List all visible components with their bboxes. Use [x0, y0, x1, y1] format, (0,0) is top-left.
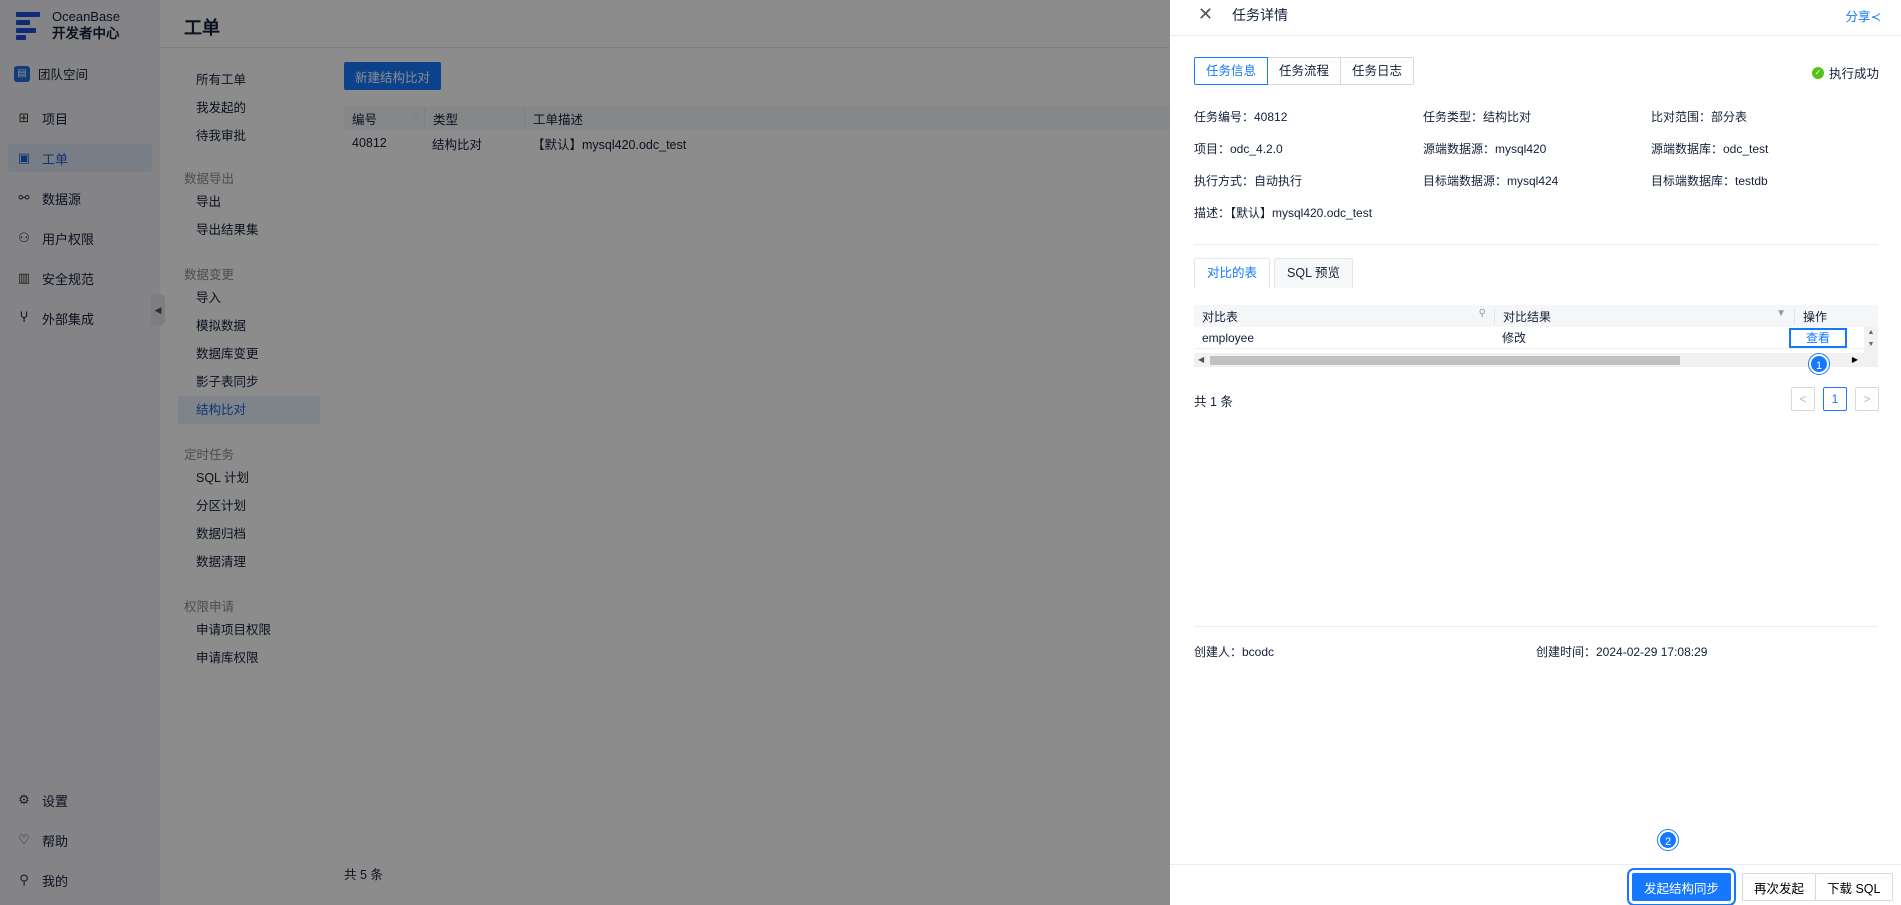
info-task-type: 任务类型：结构比对 — [1423, 110, 1532, 124]
compare-total: 共 1 条 — [1194, 395, 1233, 409]
col-result-header: 对比结果 ▼ — [1494, 307, 1794, 325]
created-at: 创建时间：2024-02-29 17:08:29 — [1536, 645, 1708, 659]
info-tgt-datasource: 目标端数据源：mysql424 — [1423, 174, 1559, 188]
compare-table: 对比表 ⚲ 对比结果 ▼ 操作 employee 修改 查看 ▲ ▼ ◀ ▶ — [1194, 305, 1878, 367]
tab-task-info[interactable]: 任务信息 — [1194, 57, 1269, 85]
divider — [1194, 244, 1878, 245]
share-label: 分享 — [1845, 10, 1871, 24]
step-badge-1: 1 — [1809, 354, 1829, 374]
detail-segmented-tabs: 任务信息 任务流程 任务日志 — [1194, 57, 1415, 85]
col-table-header: 对比表 ⚲ — [1202, 307, 1486, 324]
view-button[interactable]: 查看 — [1789, 327, 1847, 348]
retry-button[interactable]: 再次发起 — [1742, 873, 1817, 901]
tab-sql-preview[interactable]: SQL 预览 — [1274, 258, 1354, 288]
step-badge-2: 2 — [1658, 830, 1678, 850]
status-text: 执行成功 — [1828, 67, 1879, 81]
horizontal-scrollbar[interactable]: ◀ ▶ — [1194, 353, 1878, 367]
info-src-datasource: 源端数据源：mysql420 — [1423, 142, 1547, 156]
cell-action: 查看 — [1789, 327, 1862, 348]
vertical-scrollbar[interactable]: ▲ ▼ — [1864, 327, 1878, 353]
info-exec-mode: 执行方式：自动执行 — [1194, 174, 1303, 188]
creator: 创建人：bcodc — [1194, 645, 1275, 659]
check-circle-icon: ✓ — [1811, 66, 1824, 79]
drawer-footer: 发起结构同步 再次发起 下载 SQL — [1170, 864, 1901, 905]
start-sync-button[interactable]: 发起结构同步 — [1626, 868, 1737, 905]
tab-task-log[interactable]: 任务日志 — [1340, 57, 1415, 85]
divider — [1194, 626, 1878, 627]
next-page-icon[interactable]: > — [1855, 387, 1879, 411]
status-badge: ✓ 执行成功 — [1811, 63, 1879, 82]
close-icon[interactable]: ✕ — [1198, 4, 1213, 25]
table-row: employee 修改 查看 — [1194, 327, 1878, 349]
cell-table: employee — [1202, 330, 1255, 345]
info-project: 项目：odc_4.2.0 — [1194, 142, 1283, 156]
info-tgt-db: 目标端数据库：testdb — [1651, 174, 1768, 188]
info-scope: 比对范围：部分表 — [1651, 110, 1748, 124]
page-number[interactable]: 1 — [1823, 387, 1847, 411]
share-icon: ≺ — [1870, 10, 1881, 24]
tab-task-flow[interactable]: 任务流程 — [1267, 57, 1342, 85]
share-button[interactable]: 分享≺ — [1846, 6, 1882, 25]
col-action-header: 操作 — [1794, 307, 1862, 325]
table-header: 对比表 ⚲ 对比结果 ▼ 操作 — [1194, 305, 1878, 327]
drawer-title: 任务详情 — [1232, 7, 1288, 23]
info-desc: 描述：【默认】mysql420.odc_test — [1194, 206, 1373, 220]
pagination: < 1 > — [1783, 387, 1879, 411]
task-detail-drawer: ✕ 任务详情 分享≺ 任务信息 任务流程 任务日志 ✓ 执行成功 任务编号：40… — [1170, 0, 1901, 905]
prev-page-icon[interactable]: < — [1791, 387, 1815, 411]
compare-tabs: 对比的表 SQL 预览 — [1194, 258, 1357, 288]
tab-compared-tables[interactable]: 对比的表 — [1194, 258, 1271, 288]
download-sql-button[interactable]: 下载 SQL — [1815, 873, 1893, 901]
scroll-left-icon[interactable]: ◀ — [1198, 353, 1204, 367]
drawer-header: ✕ 任务详情 分享≺ — [1170, 0, 1901, 36]
cell-result: 修改 — [1502, 331, 1527, 345]
info-src-db: 源端数据库：odc_test — [1651, 142, 1769, 156]
scroll-thumb[interactable] — [1210, 356, 1680, 365]
info-task-id: 任务编号：40812 — [1194, 110, 1288, 124]
scroll-right-icon[interactable]: ▶ — [1852, 353, 1858, 367]
drawer-mask[interactable] — [0, 0, 1170, 905]
filter-icon[interactable]: ▼ — [1776, 308, 1786, 319]
search-icon[interactable]: ⚲ — [1479, 308, 1486, 319]
